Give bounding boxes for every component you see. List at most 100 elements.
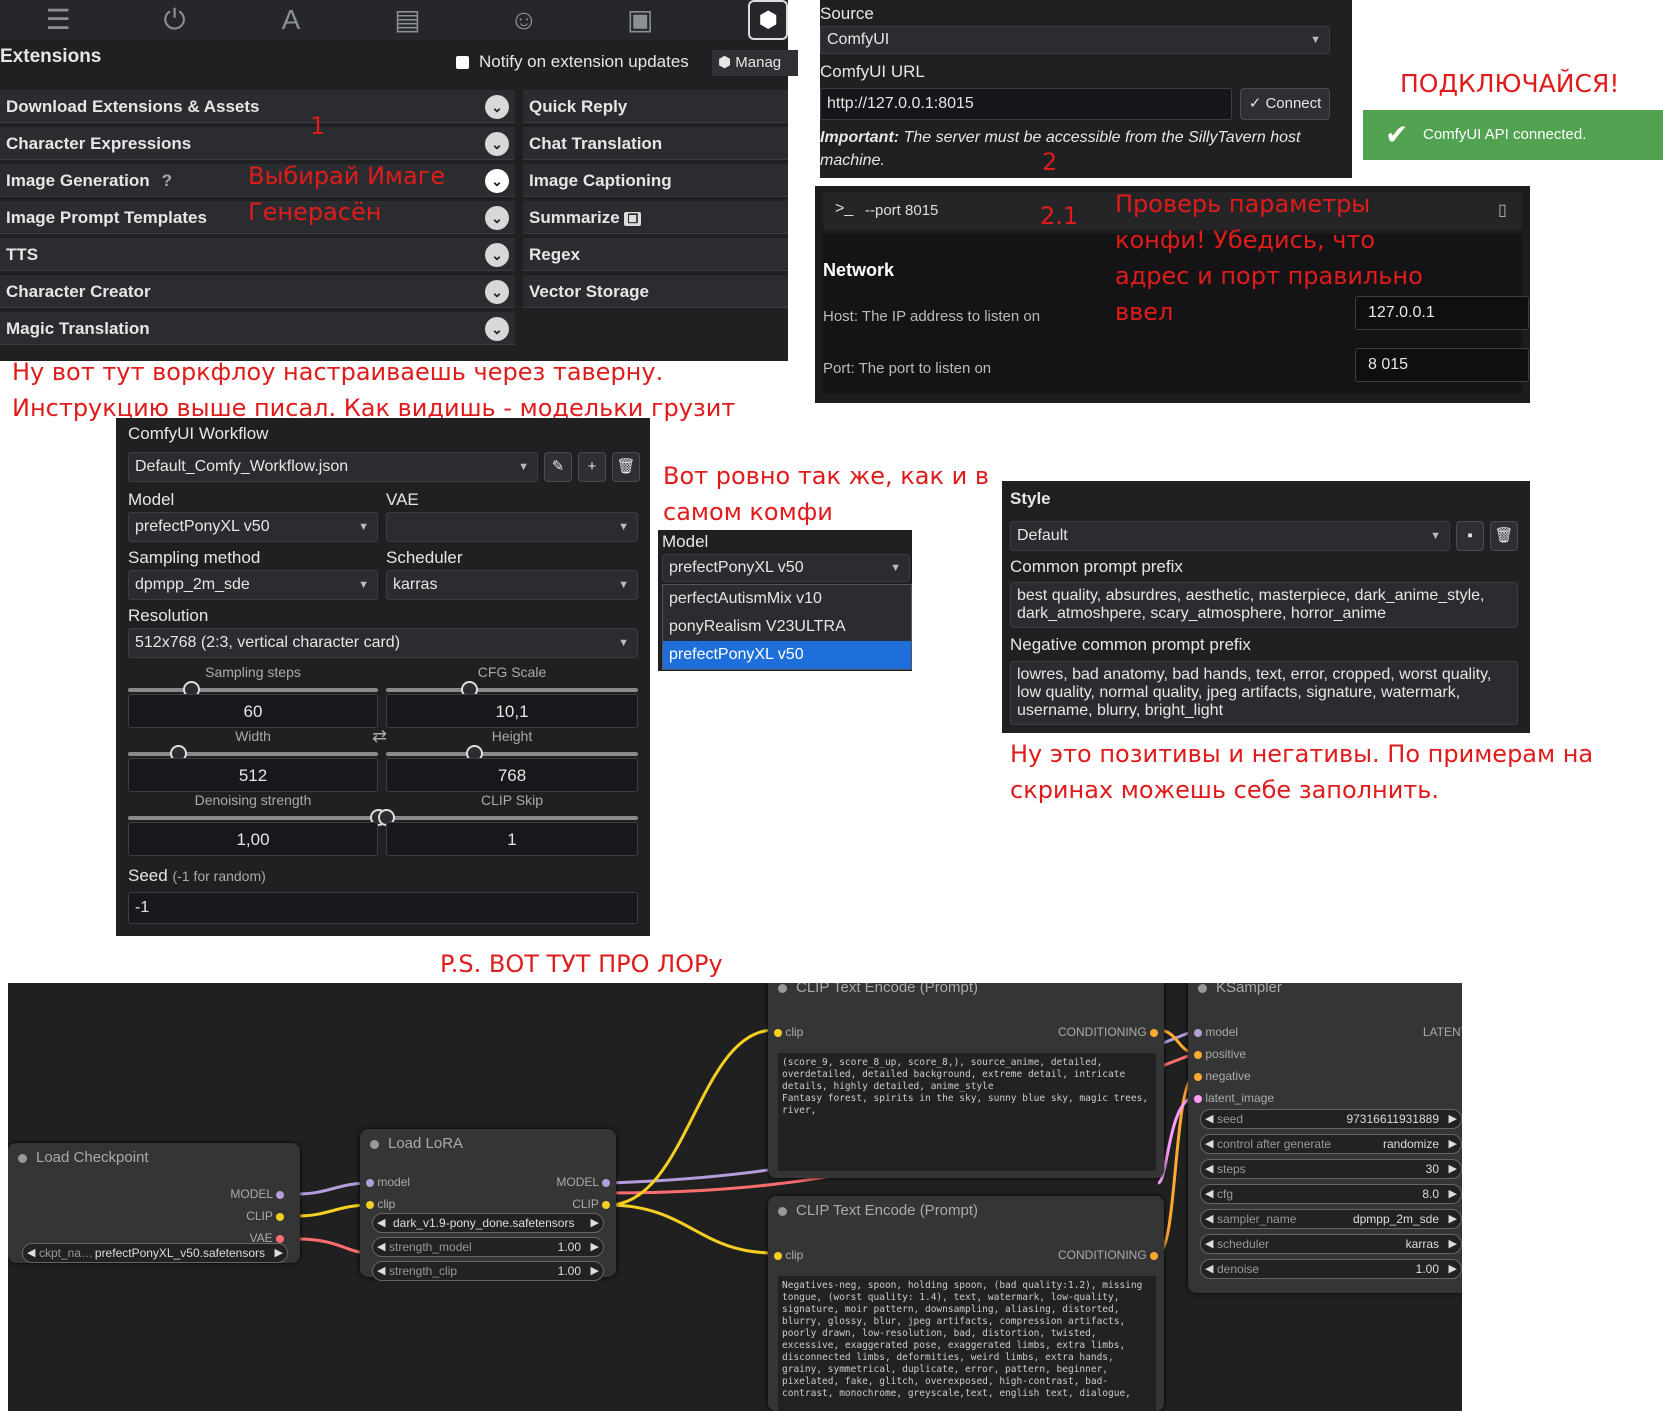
book-globe-icon[interactable]: ▤ bbox=[349, 0, 465, 40]
input-model[interactable]: model bbox=[366, 1175, 410, 1189]
strength-clip-widget[interactable]: ◀ strength_clip 1.00 ▶ bbox=[372, 1261, 604, 1281]
drawer-magic-translation[interactable]: Magic Translation ⌄ bbox=[0, 312, 515, 345]
output-latent[interactable]: LATENT bbox=[1423, 1025, 1462, 1039]
edit-workflow-button[interactable]: ✎ bbox=[544, 452, 572, 482]
node-clip-text-encode-negative[interactable]: CLIP Text Encode (Prompt) clip CONDITION… bbox=[768, 1196, 1164, 1411]
node-clip-text-encode-positive[interactable]: CLIP Text Encode (Prompt) clip CONDITION… bbox=[768, 983, 1164, 1178]
ksampler-widget-scheduler[interactable]: ◀ scheduler karras ▶ bbox=[1200, 1234, 1462, 1254]
drawer-summarize[interactable]: Summarize ❐ bbox=[523, 201, 788, 234]
output-model[interactable]: MODEL bbox=[556, 1175, 610, 1189]
delete-style-button[interactable]: 🗑 bbox=[1490, 521, 1518, 551]
drawer-quick-reply[interactable]: Quick Reply bbox=[523, 90, 788, 123]
node-load-checkpoint[interactable]: Load Checkpoint MODEL CLIP VAE ◀ ckpt_na… bbox=[8, 1143, 300, 1263]
width-slider[interactable] bbox=[128, 752, 378, 756]
drawer-vector-storage[interactable]: Vector Storage bbox=[523, 275, 788, 308]
ckpt-name-widget[interactable]: ◀ ckpt_na… prefectPonyXL_v50.safetensors… bbox=[22, 1243, 288, 1263]
notify-updates[interactable]: Notify on extension updates bbox=[456, 52, 689, 72]
save-style-button[interactable]: ▪ bbox=[1456, 521, 1484, 551]
drawer-character-creator[interactable]: Character Creator ⌄ bbox=[0, 275, 515, 308]
ksampler-widget-cfg[interactable]: ◀ cfg 8.0 ▶ bbox=[1200, 1184, 1462, 1204]
input-positive[interactable]: positive bbox=[1194, 1047, 1246, 1061]
url-input[interactable]: http://127.0.0.1:8015 bbox=[820, 88, 1232, 120]
user-gear-icon[interactable]: ☺ bbox=[466, 0, 582, 40]
resolution-select[interactable]: 512x768 (2:3, vertical character card) ▼ bbox=[128, 628, 638, 658]
chevron-down-icon[interactable]: ⌄ bbox=[485, 169, 509, 193]
clipskip-input[interactable]: 1 bbox=[386, 822, 638, 856]
negative-prefix-textarea[interactable]: lowres, bad anatomy, bad hands, text, er… bbox=[1010, 661, 1518, 725]
model-option[interactable]: perfectAutismMix v10 bbox=[663, 585, 911, 613]
steps-input[interactable]: 60 bbox=[128, 694, 378, 728]
chevron-down-icon[interactable]: ⌄ bbox=[485, 95, 509, 119]
add-workflow-button[interactable]: + bbox=[578, 452, 606, 482]
drawer-tts[interactable]: TTS ⌄ bbox=[0, 238, 515, 271]
swap-dimensions-icon[interactable]: ⇄ bbox=[372, 726, 387, 747]
chevron-down-icon[interactable]: ⌄ bbox=[485, 206, 509, 230]
input-clip[interactable]: clip bbox=[366, 1197, 395, 1211]
output-model[interactable]: MODEL bbox=[230, 1187, 284, 1201]
vae-select[interactable]: ▼ bbox=[386, 512, 638, 542]
drawer-chat-translation[interactable]: Chat Translation bbox=[523, 127, 788, 160]
sampling-select[interactable]: dpmpp_2m_sde ▼ bbox=[128, 570, 378, 600]
lora-name-widget[interactable]: ◀ dark_v1.9-pony_done.safetensors ▶ bbox=[372, 1213, 604, 1233]
workflow-select[interactable]: Default_Comfy_Workflow.json ▼ bbox=[128, 452, 538, 482]
notify-checkbox[interactable] bbox=[456, 55, 469, 69]
port-input[interactable]: 8 015 bbox=[1355, 348, 1529, 382]
source-select[interactable]: ComfyUI ▼ bbox=[820, 26, 1330, 54]
drawer-regex[interactable]: Regex bbox=[523, 238, 788, 271]
model-dropdown-select[interactable]: prefectPonyXL v50 ▼ bbox=[662, 554, 910, 582]
output-conditioning[interactable]: CONDITIONING bbox=[1058, 1248, 1158, 1262]
chevron-down-icon[interactable]: ⌄ bbox=[485, 280, 509, 304]
width-input[interactable]: 512 bbox=[128, 758, 378, 792]
cfg-slider[interactable] bbox=[386, 688, 638, 692]
cubes-icon[interactable]: ⬢ bbox=[748, 0, 788, 40]
drawer-image-captioning[interactable]: Image Captioning bbox=[523, 164, 788, 197]
manage-extensions-button[interactable]: ⬢ Manag bbox=[712, 50, 798, 76]
output-conditioning[interactable]: CONDITIONING bbox=[1058, 1025, 1158, 1039]
input-clip[interactable]: clip bbox=[774, 1248, 803, 1262]
scheduler-select[interactable]: karras ▼ bbox=[386, 570, 638, 600]
sliders-icon[interactable]: ☰ bbox=[0, 0, 116, 40]
positive-prompt-textarea[interactable]: (score_9, score_8_up, score_8,), source_… bbox=[778, 1053, 1156, 1171]
comfy-node-graph[interactable]: Load Checkpoint MODEL CLIP VAE ◀ ckpt_na… bbox=[8, 983, 1462, 1411]
input-model[interactable]: model bbox=[1194, 1025, 1238, 1039]
input-negative[interactable]: negative bbox=[1194, 1069, 1251, 1083]
height-input[interactable]: 768 bbox=[386, 758, 638, 792]
model-option[interactable]: ponyRealism V23ULTRA bbox=[663, 613, 911, 641]
node-load-lora[interactable]: Load LoRA model clip MODEL CLIP ◀ dark_v… bbox=[360, 1129, 616, 1281]
node-ksampler[interactable]: KSampler model positive negative latent_… bbox=[1188, 983, 1462, 1293]
model-option-selected[interactable]: prefectPonyXL v50 bbox=[663, 641, 911, 669]
ksampler-widget-steps[interactable]: ◀ steps 30 ▶ bbox=[1200, 1159, 1462, 1179]
ksampler-widget-denoise[interactable]: ◀ denoise 1.00 ▶ bbox=[1200, 1259, 1462, 1279]
cfg-input[interactable]: 10,1 bbox=[386, 694, 638, 728]
prefix-textarea[interactable]: best quality, absurdres, aesthetic, mast… bbox=[1010, 582, 1518, 628]
ksampler-widget-sampler-name[interactable]: ◀ sampler_name dpmpp_2m_sde ▶ bbox=[1200, 1209, 1462, 1229]
connect-button[interactable]: ✓ Connect bbox=[1240, 88, 1330, 120]
delete-workflow-button[interactable]: 🗑 bbox=[612, 452, 640, 482]
output-clip[interactable]: CLIP bbox=[246, 1209, 284, 1223]
negative-prompt-textarea[interactable]: Negatives-neg, spoon, holding spoon, (ba… bbox=[778, 1276, 1156, 1411]
steps-slider[interactable] bbox=[128, 688, 378, 692]
style-select[interactable]: Default ▼ bbox=[1010, 521, 1450, 551]
height-slider[interactable] bbox=[386, 752, 638, 756]
ksampler-widget-control-after-generate[interactable]: ◀ control after generate randomize ▶ bbox=[1200, 1134, 1462, 1154]
chevron-down-icon[interactable]: ⌄ bbox=[485, 132, 509, 156]
help-icon[interactable]: ? bbox=[162, 171, 172, 190]
drawer-download-extensions[interactable]: Download Extensions & Assets ⌄ bbox=[0, 90, 515, 123]
plug-icon[interactable]: ⏻ bbox=[116, 0, 232, 40]
input-latent-image[interactable]: latent_image bbox=[1194, 1091, 1274, 1105]
output-clip[interactable]: CLIP bbox=[572, 1197, 610, 1211]
denoise-input[interactable]: 1,00 bbox=[128, 822, 378, 856]
drawer-character-expressions[interactable]: Character Expressions ⌄ bbox=[0, 127, 515, 160]
chevron-down-icon[interactable]: ⌄ bbox=[485, 317, 509, 341]
seed-input[interactable]: -1 bbox=[128, 892, 638, 924]
input-clip[interactable]: clip bbox=[774, 1025, 803, 1039]
model-select[interactable]: prefectPonyXL v50 ▼ bbox=[128, 512, 378, 542]
clipboard-icon[interactable]: ▯ bbox=[1498, 200, 1507, 220]
ksampler-widget-seed[interactable]: ◀ seed 973166119318​89 ▶ bbox=[1200, 1109, 1462, 1129]
chevron-down-icon[interactable]: ⌄ bbox=[485, 243, 509, 267]
image-icon[interactable]: ▣ bbox=[582, 0, 698, 40]
font-icon[interactable]: A bbox=[233, 0, 349, 40]
clipskip-slider[interactable] bbox=[386, 816, 638, 820]
strength-model-widget[interactable]: ◀ strength_model 1.00 ▶ bbox=[372, 1237, 604, 1257]
denoise-slider[interactable] bbox=[128, 816, 378, 820]
